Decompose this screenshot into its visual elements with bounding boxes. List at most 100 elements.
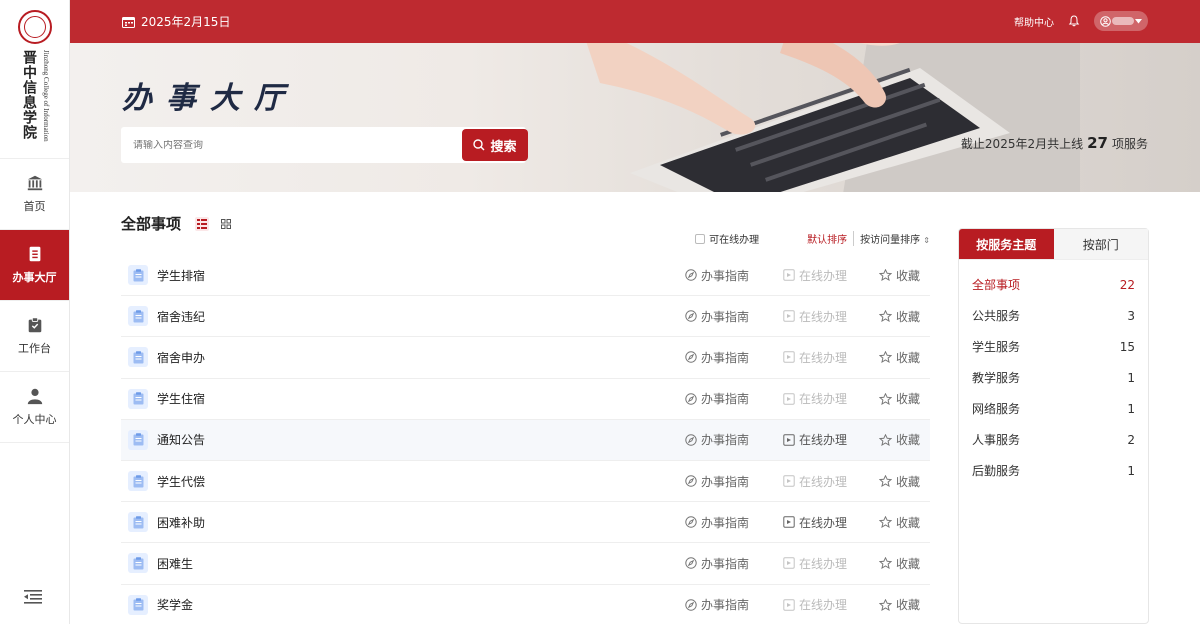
chevron-down-icon bbox=[1135, 18, 1142, 23]
table-row[interactable]: 学生住宿 办事指南 在线办理 收藏 bbox=[121, 379, 930, 420]
online-form-icon bbox=[783, 351, 795, 364]
grid-view-icon[interactable] bbox=[219, 217, 233, 231]
guide-link[interactable]: 办事指南 bbox=[685, 431, 749, 448]
sidebar-item-service-hall[interactable]: 办事大厅 bbox=[0, 230, 69, 301]
calendar-icon bbox=[122, 16, 135, 28]
online-filter-checkbox[interactable]: 可在线办理 bbox=[695, 231, 759, 246]
online-handle-link[interactable]: 在线办理 bbox=[783, 473, 847, 490]
college-logo[interactable]: 晋中信息学院 Jinzhong College of Information bbox=[0, 0, 69, 159]
category-label: 后勤服务 bbox=[972, 464, 1021, 478]
guide-link[interactable]: 办事指南 bbox=[685, 349, 749, 366]
online-handle-link[interactable]: 在线办理 bbox=[783, 349, 847, 366]
online-label: 在线办理 bbox=[799, 474, 848, 489]
category-item[interactable]: 公共服务 3 bbox=[959, 300, 1148, 331]
menu-collapse-icon[interactable] bbox=[24, 590, 42, 604]
category-list: 全部事项 22 公共服务 3 学生服务 15 教学服务 1 网络服务 1 人事服务 2 后勤服务 1 bbox=[959, 260, 1148, 486]
sort-default-link[interactable]: 默认排序 bbox=[807, 231, 855, 246]
online-handle-link[interactable]: 在线办理 bbox=[783, 555, 847, 572]
table-row[interactable]: 学生排宿 办事指南 在线办理 收藏 bbox=[121, 255, 930, 297]
favorite-button[interactable]: 收藏 bbox=[879, 431, 920, 448]
stat-prefix: 截止2025年2月共上线 bbox=[960, 137, 1084, 151]
online-handle-link[interactable]: 在线办理 bbox=[783, 390, 847, 407]
clipboard-doc-icon bbox=[128, 471, 148, 492]
category-item[interactable]: 全部事项 22 bbox=[959, 269, 1148, 300]
category-label: 公共服务 bbox=[972, 309, 1021, 323]
tab-by-department[interactable]: 按部门 bbox=[1053, 229, 1148, 259]
favorite-button[interactable]: 收藏 bbox=[879, 514, 920, 531]
category-item[interactable]: 网络服务 1 bbox=[959, 393, 1148, 424]
search-input[interactable] bbox=[121, 139, 462, 151]
category-label: 全部事项 bbox=[972, 278, 1021, 292]
clipboard-doc-icon bbox=[128, 265, 148, 286]
sidebar-item-label: 个人中心 bbox=[12, 413, 57, 426]
guide-link[interactable]: 办事指南 bbox=[685, 267, 749, 284]
clipboard-doc-icon bbox=[128, 306, 148, 327]
online-handle-link[interactable]: 在线办理 bbox=[783, 431, 847, 448]
guide-link[interactable]: 办事指南 bbox=[685, 555, 749, 572]
category-item[interactable]: 人事服务 2 bbox=[959, 424, 1148, 455]
table-row[interactable]: 宿舍违纪 办事指南 在线办理 收藏 bbox=[121, 296, 930, 338]
guide-link[interactable]: 办事指南 bbox=[685, 473, 749, 490]
favorite-label: 收藏 bbox=[896, 268, 921, 283]
category-item[interactable]: 教学服务 1 bbox=[959, 362, 1148, 393]
sidebar: 晋中信息学院 Jinzhong College of Information 首… bbox=[0, 0, 70, 624]
table-row[interactable]: 奖学金 办事指南 在线办理 收藏 bbox=[121, 585, 930, 624]
guide-link[interactable]: 办事指南 bbox=[685, 596, 749, 613]
category-item[interactable]: 学生服务 15 bbox=[959, 331, 1148, 362]
list-view-icon[interactable] bbox=[195, 216, 210, 231]
favorite-button[interactable]: 收藏 bbox=[879, 555, 920, 572]
guide-link[interactable]: 办事指南 bbox=[685, 308, 749, 325]
sidebar-item-personal-center[interactable]: 个人中心 bbox=[0, 372, 69, 443]
favorite-button[interactable]: 收藏 bbox=[879, 308, 920, 325]
tab-by-theme[interactable]: 按服务主题 bbox=[959, 229, 1054, 259]
table-row[interactable]: 困难补助 办事指南 在线办理 收藏 bbox=[121, 502, 930, 544]
sort-by-visits-link[interactable]: 按访问量排序 ⇕ bbox=[860, 231, 930, 246]
online-handle-link[interactable]: 在线办理 bbox=[783, 514, 847, 531]
online-form-icon bbox=[783, 557, 795, 570]
help-center-link[interactable]: 帮助中心 bbox=[1014, 14, 1054, 29]
favorite-label: 收藏 bbox=[896, 598, 921, 613]
laptop-keyboard-illustration bbox=[586, 43, 1080, 192]
search-button-label: 搜索 bbox=[490, 139, 517, 155]
favorite-label: 收藏 bbox=[896, 350, 921, 365]
favorite-button[interactable]: 收藏 bbox=[879, 267, 920, 284]
compass-icon bbox=[685, 310, 697, 322]
online-handle-link[interactable]: 在线办理 bbox=[783, 596, 847, 613]
star-icon bbox=[879, 598, 892, 611]
guide-link[interactable]: 办事指南 bbox=[685, 514, 749, 531]
user-circle-icon bbox=[1100, 15, 1111, 27]
bell-icon[interactable] bbox=[1068, 15, 1080, 27]
favorite-button[interactable]: 收藏 bbox=[879, 473, 920, 490]
category-count: 1 bbox=[1127, 370, 1135, 385]
guide-label: 办事指南 bbox=[701, 433, 750, 448]
favorite-button[interactable]: 收藏 bbox=[879, 349, 920, 366]
search-button[interactable]: 搜索 bbox=[462, 129, 528, 161]
favorite-label: 收藏 bbox=[896, 309, 921, 324]
sidebar-item-workbench[interactable]: 工作台 bbox=[0, 301, 69, 372]
table-row[interactable]: 困难生 办事指南 在线办理 收藏 bbox=[121, 543, 930, 585]
category-item[interactable]: 后勤服务 1 bbox=[959, 455, 1148, 486]
guide-label: 办事指南 bbox=[701, 309, 750, 324]
online-handle-link[interactable]: 在线办理 bbox=[783, 267, 847, 284]
online-handle-link[interactable]: 在线办理 bbox=[783, 308, 847, 325]
search-bar: 搜索 bbox=[121, 127, 528, 163]
app-root: 晋中信息学院 Jinzhong College of Information 首… bbox=[0, 0, 1200, 624]
user-menu[interactable] bbox=[1094, 11, 1148, 31]
guide-label: 办事指南 bbox=[701, 556, 750, 571]
table-row[interactable]: 学生代偿 办事指南 在线办理 收藏 bbox=[121, 461, 930, 503]
favorite-button[interactable]: 收藏 bbox=[879, 596, 920, 613]
guide-label: 办事指南 bbox=[701, 268, 750, 283]
sidebar-item-home[interactable]: 首页 bbox=[0, 159, 69, 230]
service-rows: 学生排宿 办事指南 在线办理 收藏 宿舍违纪 办事指南 在线办理 收藏 宿舍申办 办事指南 在线办理… bbox=[121, 255, 930, 624]
online-label: 在线办理 bbox=[799, 268, 848, 283]
current-date: 2025年2月15日 bbox=[122, 13, 230, 30]
star-icon bbox=[879, 516, 892, 529]
star-icon bbox=[879, 557, 892, 570]
online-label: 在线办理 bbox=[799, 350, 848, 365]
online-form-icon bbox=[783, 434, 795, 446]
guide-link[interactable]: 办事指南 bbox=[685, 390, 749, 407]
star-icon bbox=[879, 433, 892, 446]
table-row[interactable]: 宿舍申办 办事指南 在线办理 收藏 bbox=[121, 337, 930, 379]
table-row[interactable]: 通知公告 办事指南 在线办理 收藏 bbox=[121, 419, 930, 461]
favorite-button[interactable]: 收藏 bbox=[879, 390, 920, 407]
